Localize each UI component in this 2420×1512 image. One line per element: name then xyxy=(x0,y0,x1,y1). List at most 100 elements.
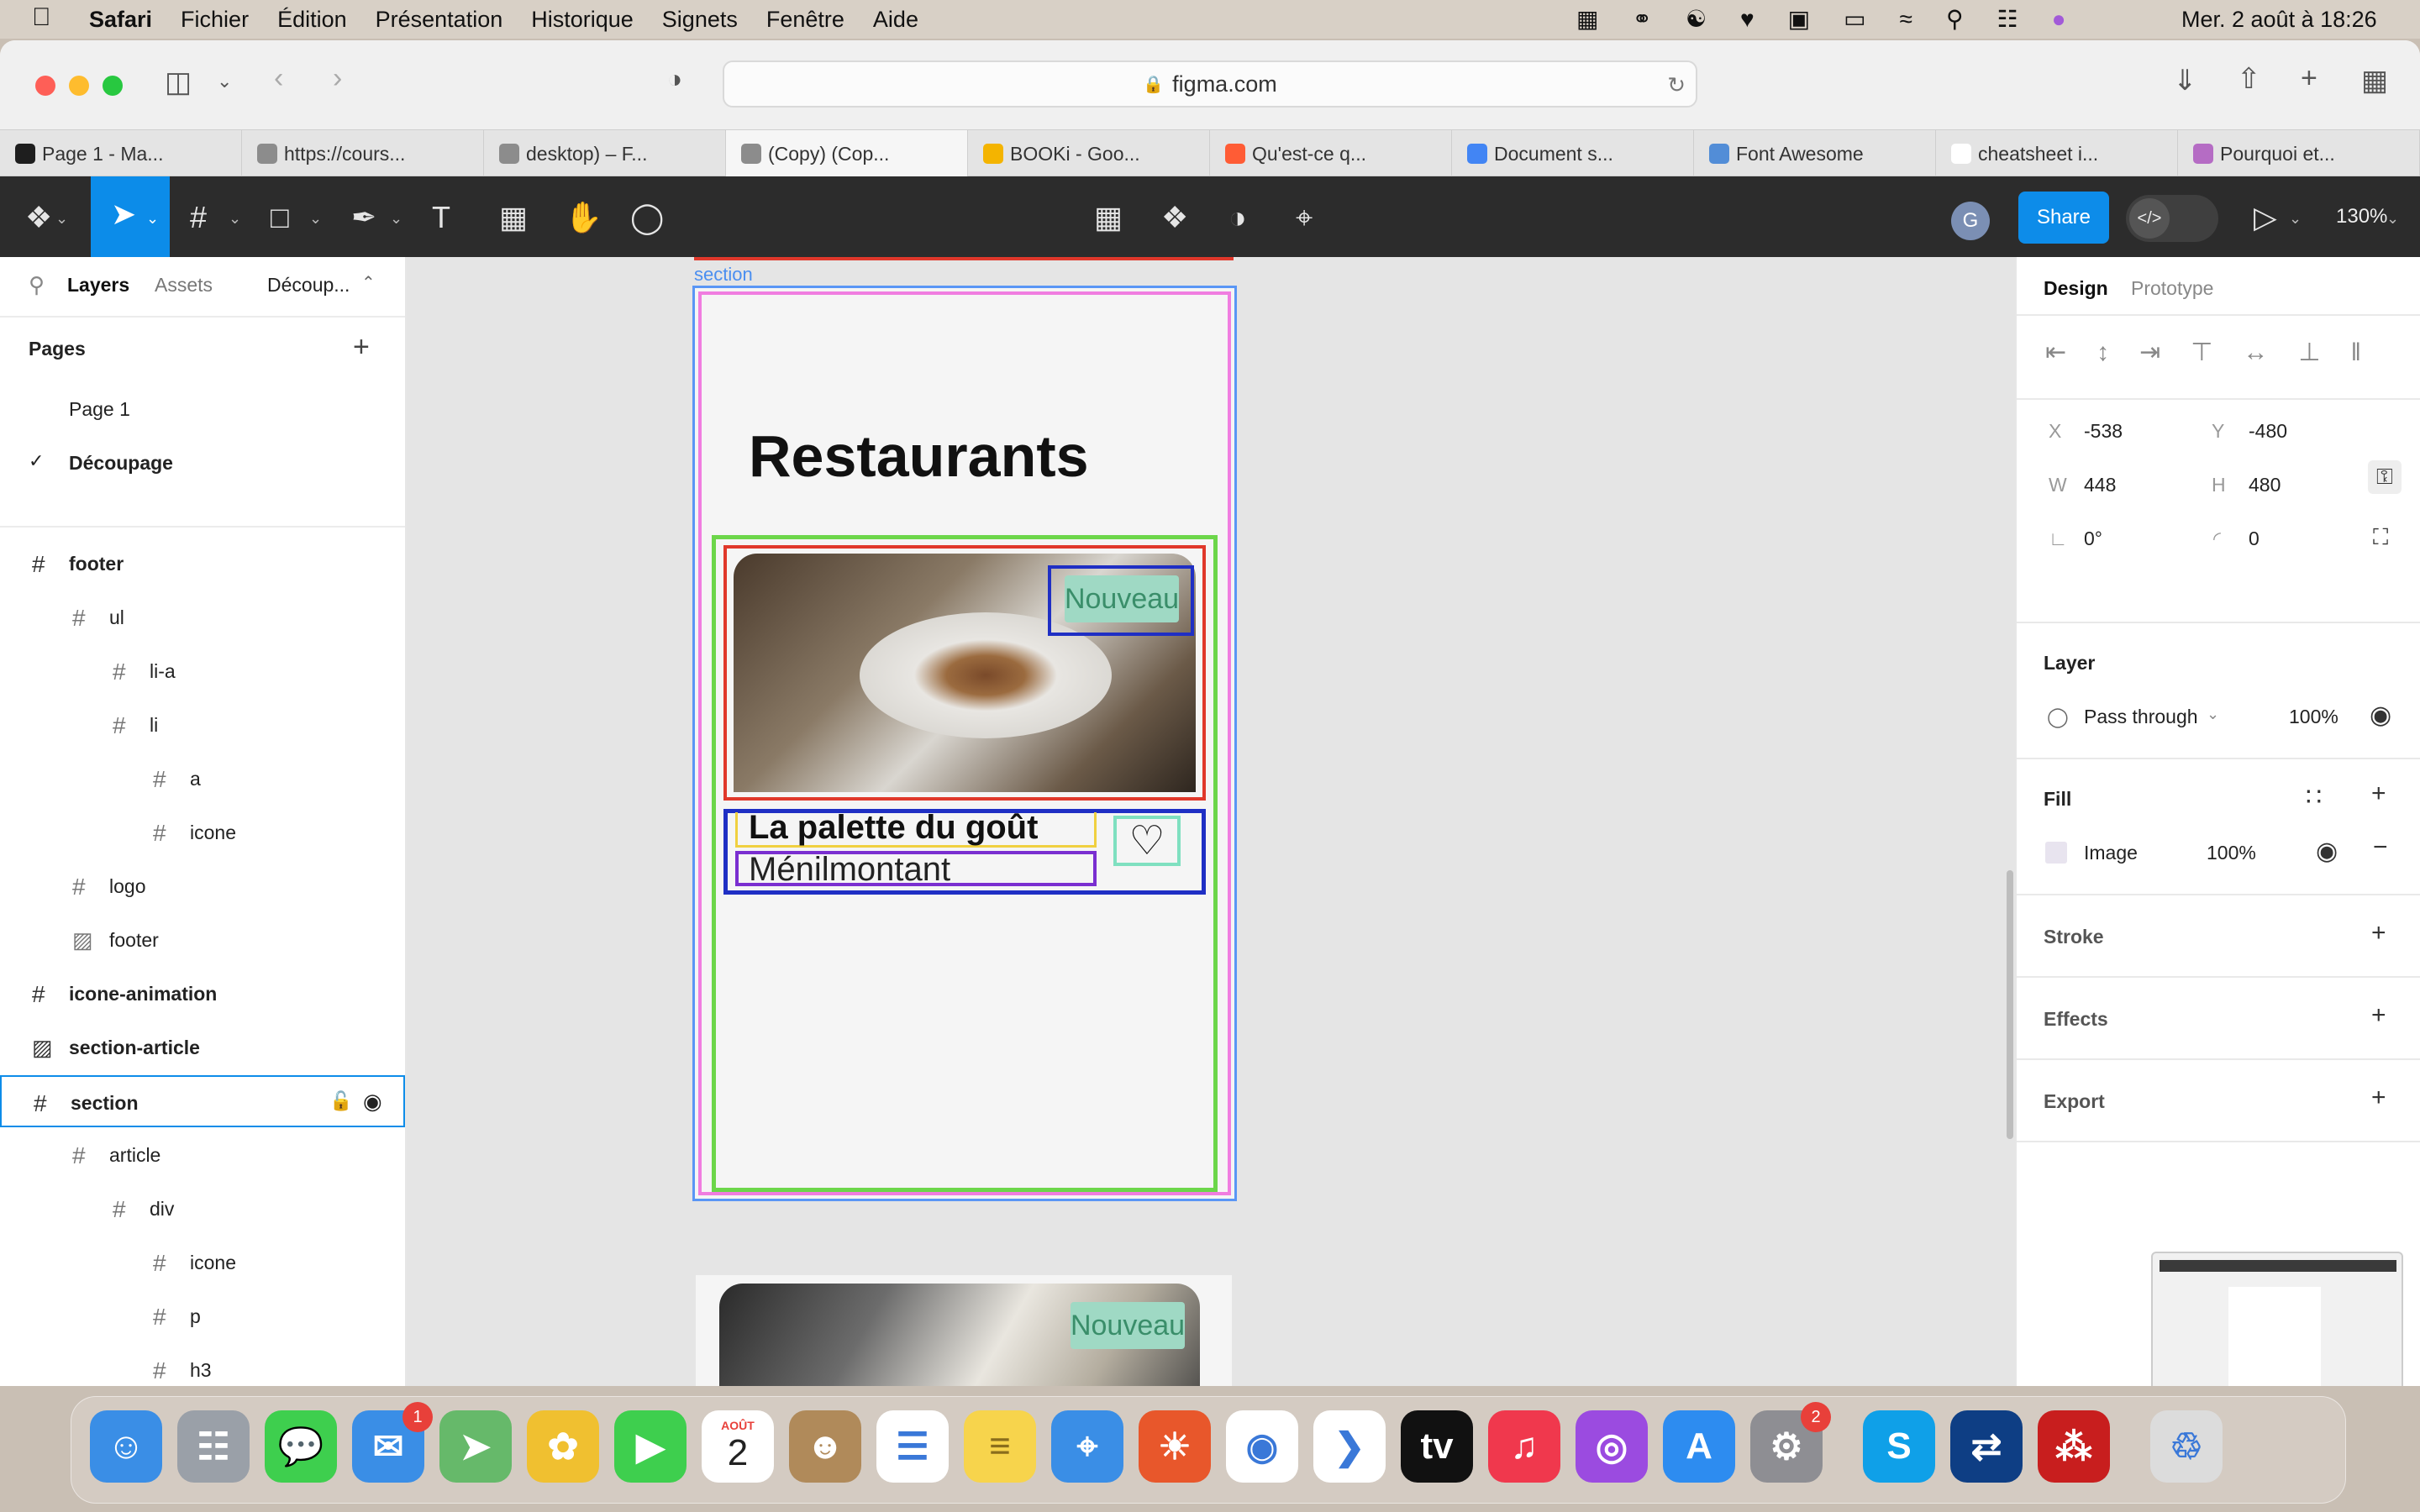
resources-icon[interactable]: ▦ xyxy=(499,200,528,235)
card-title[interactable]: La palette du goût xyxy=(749,809,1038,847)
layer-row[interactable]: # ul xyxy=(0,591,405,643)
scrollbar[interactable] xyxy=(2007,870,2013,1139)
add-effect-icon[interactable]: + xyxy=(2371,1001,2386,1030)
teamviewer-icon[interactable]: ⇄ xyxy=(1950,1410,2023,1483)
section-article-frame[interactable]: Nouveau xyxy=(696,1275,1232,1386)
align-center-h-icon[interactable]: ↕ xyxy=(2096,339,2109,367)
browser-tab[interactable]: desktop) – F... xyxy=(484,130,726,177)
display-icon[interactable]: ▣ xyxy=(1788,5,1810,33)
section-heading[interactable]: Restaurants xyxy=(749,423,1089,490)
badge-nouveau[interactable]: Nouveau xyxy=(1071,1302,1185,1349)
layer-row[interactable]: # section 🔓 ◉ xyxy=(0,1075,405,1127)
menu-clock[interactable]: Mer. 2 août à 18:26 xyxy=(2181,7,2377,33)
frame-tool-icon[interactable]: # xyxy=(190,200,207,235)
control-center-icon[interactable]: ☷ xyxy=(1997,5,2018,33)
battery-icon[interactable]: ▭ xyxy=(1844,5,1865,33)
heart-menu-icon[interactable]: ♥ xyxy=(1740,6,1754,33)
independent-corners-icon[interactable]: ⛶ xyxy=(2373,524,2388,551)
browser-tab[interactable]: Document s... xyxy=(1452,130,1694,177)
layer-row[interactable]: # p xyxy=(0,1290,405,1342)
safari-icon[interactable]: ⌖ xyxy=(1051,1410,1123,1483)
mail-icon[interactable]: ✉ 1 xyxy=(352,1402,433,1483)
layer-row[interactable]: # a xyxy=(0,753,405,805)
add-stroke-icon[interactable]: + xyxy=(2371,919,2386,948)
layer-opacity-field[interactable]: 100% xyxy=(2289,706,2338,728)
section-frame[interactable]: Restaurants Nouveau La palette du goût Mén… xyxy=(692,286,1237,1201)
heart-icon[interactable]: ♡ xyxy=(1113,816,1181,866)
contacts-icon[interactable]: ☻ xyxy=(789,1410,861,1483)
menu-fenetre[interactable]: Fenêtre xyxy=(766,7,844,33)
acrobat-icon[interactable]: ⁂ xyxy=(2038,1410,2110,1483)
layer-row[interactable]: # footer xyxy=(0,538,405,590)
remove-fill-icon[interactable]: − xyxy=(2373,833,2388,862)
sidebar-toggle-icon[interactable]: ◫ xyxy=(165,66,192,99)
constrain-proportions-icon[interactable]: ⚿ xyxy=(2368,460,2402,494)
calendar-icon[interactable]: AOÛT 2 xyxy=(702,1410,774,1483)
apple-icon[interactable]:  xyxy=(32,3,51,32)
launchpad-icon[interactable]: ☷ xyxy=(177,1410,250,1483)
eye-icon[interactable]: ◉ xyxy=(363,1089,382,1115)
frame-selection-icon[interactable]: ▦ xyxy=(1094,200,1123,235)
share-icon[interactable]: ⇧ xyxy=(2237,62,2261,96)
zoom-window-button[interactable] xyxy=(103,76,123,96)
browser-tab[interactable]: Page 1 - Ma... xyxy=(0,130,242,177)
minimize-window-button[interactable] xyxy=(69,76,89,96)
unlock-icon[interactable]: 🔓 xyxy=(329,1090,352,1112)
tab-design[interactable]: Design xyxy=(2044,277,2108,300)
layer-row[interactable]: # icone xyxy=(0,1236,405,1289)
layer-row[interactable]: # li xyxy=(0,699,405,751)
avatar[interactable]: G xyxy=(1951,202,1990,240)
layer-row[interactable]: # div xyxy=(0,1183,405,1235)
siri-icon[interactable]: ● xyxy=(2052,6,2066,33)
privacy-shield-icon[interactable]: ◑ xyxy=(667,66,682,94)
screen-share-icon[interactable]: ▦ xyxy=(1576,5,1598,33)
chrome-icon[interactable]: ◉ xyxy=(1226,1410,1298,1483)
component-icon[interactable]: ❖ xyxy=(1161,200,1188,235)
layer-row[interactable]: # logo xyxy=(0,860,405,912)
distribute-icon[interactable]: ‖ xyxy=(2351,339,2361,367)
align-top-icon[interactable]: ⊤ xyxy=(2191,338,2212,367)
add-export-icon[interactable]: + xyxy=(2371,1084,2386,1112)
layer-row[interactable]: ▨ section-article xyxy=(0,1021,405,1074)
browser-tab[interactable]: Pourquoi et... xyxy=(2178,130,2420,177)
align-center-v-icon[interactable]: ↔ xyxy=(2243,339,2268,367)
text-tool-icon[interactable]: T xyxy=(432,200,450,235)
layer-row[interactable]: # li-a xyxy=(0,645,405,697)
menu-app-name[interactable]: Safari xyxy=(89,7,152,33)
firefox-icon[interactable]: ☀ xyxy=(1139,1410,1211,1483)
trash-icon[interactable]: ♲ xyxy=(2150,1410,2223,1483)
h-field[interactable]: 480 xyxy=(2249,474,2281,496)
eye-icon[interactable]: ◉ xyxy=(2316,837,2338,866)
zoom-level[interactable]: 130% xyxy=(2336,205,2387,228)
chevron-down-icon[interactable]: ⌄ xyxy=(217,71,232,92)
notes-icon[interactable]: ≡ xyxy=(964,1410,1036,1483)
creative-cloud-icon[interactable]: ⚭ xyxy=(1632,5,1651,33)
reload-icon[interactable]: ↻ xyxy=(1667,72,1686,98)
appstore-icon[interactable]: A xyxy=(1663,1410,1735,1483)
browser-tab[interactable]: Font Awesome xyxy=(1694,130,1936,177)
downloads-icon[interactable]: ⇓ xyxy=(2173,64,2197,97)
close-window-button[interactable] xyxy=(35,76,55,96)
canvas[interactable]: section Restaurants Nouveau La palette du… xyxy=(407,257,2015,1386)
layer-row[interactable]: # article xyxy=(0,1129,405,1181)
rectangle-tool-icon[interactable]: □ xyxy=(271,200,289,235)
comment-tool-icon[interactable]: ◯ xyxy=(630,200,664,235)
podcasts-icon[interactable]: ◎ xyxy=(1576,1410,1648,1483)
image-swatch[interactable] xyxy=(2045,842,2067,864)
align-bottom-icon[interactable]: ⊥ xyxy=(2298,338,2320,367)
radius-field[interactable]: 0 xyxy=(2249,528,2260,550)
screen-thumbnail[interactable] xyxy=(2151,1252,2403,1386)
menu-fichier[interactable]: Fichier xyxy=(181,7,249,33)
layer-row[interactable]: # h3 xyxy=(0,1344,405,1386)
browser-tab[interactable]: cheatsheet i... xyxy=(1936,130,2178,177)
fill-type[interactable]: Image xyxy=(2084,842,2138,864)
fill-opacity-field[interactable]: 100% xyxy=(2207,842,2256,864)
rotation-field[interactable]: 0° xyxy=(2084,528,2102,550)
sync-icon[interactable]: ☯ xyxy=(1686,5,1707,33)
spotlight-icon[interactable]: ⚲ xyxy=(1946,5,1964,33)
w-field[interactable]: 448 xyxy=(2084,474,2116,496)
menu-aide[interactable]: Aide xyxy=(873,7,918,33)
finder-icon[interactable]: ☺ xyxy=(90,1410,162,1483)
new-tab-icon[interactable]: + xyxy=(2301,62,2317,95)
share-button[interactable]: Share xyxy=(2018,192,2109,244)
